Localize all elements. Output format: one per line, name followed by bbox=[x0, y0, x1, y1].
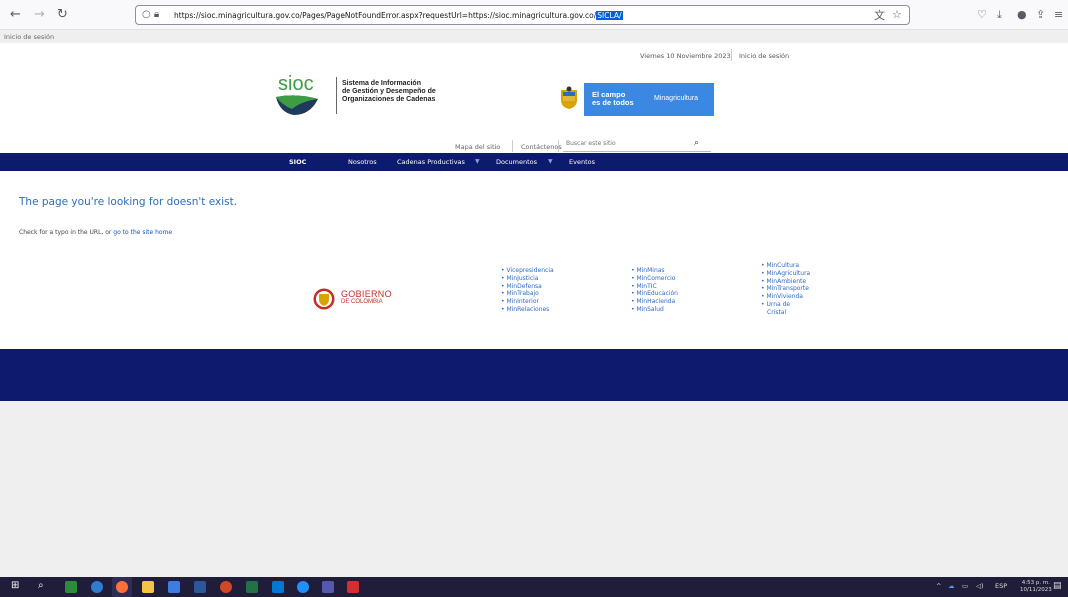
language-indicator[interactable]: ESP bbox=[995, 582, 1007, 590]
divider bbox=[731, 49, 732, 61]
powerpoint-icon[interactable] bbox=[220, 581, 232, 593]
nav-item-eventos[interactable]: Eventos bbox=[569, 158, 595, 166]
excel-icon[interactable] bbox=[246, 581, 258, 593]
list-item[interactable]: MinVivienda bbox=[761, 293, 810, 301]
list-item[interactable]: MinDefensa bbox=[501, 283, 554, 291]
url-selection[interactable]: SICLA/ bbox=[596, 11, 623, 20]
list-item[interactable]: MinTransporte bbox=[761, 285, 810, 293]
chevron-up-icon[interactable]: ^ bbox=[936, 582, 941, 590]
gobierno-de-colombia-logo[interactable]: GOBIERNO DE COLOMBIA bbox=[341, 290, 392, 306]
back-icon[interactable]: ← bbox=[10, 8, 21, 22]
onedrive-icon[interactable]: ☁ bbox=[948, 582, 955, 590]
contact-link[interactable]: Contáctenos bbox=[521, 143, 562, 151]
list-item[interactable]: Vicepresidencia bbox=[501, 267, 553, 275]
error-message: Check for a typo in the URL, or go to th… bbox=[19, 229, 173, 236]
nav-item-documentos[interactable]: Documentos bbox=[496, 158, 537, 166]
network-icon[interactable]: ▭ bbox=[962, 582, 968, 590]
campo-slogan: El campo es de todos bbox=[592, 90, 634, 107]
nav-item-nosotros[interactable]: Nosotros bbox=[348, 158, 377, 166]
list-item[interactable]: MinSalud bbox=[631, 306, 678, 314]
login-link[interactable]: Inicio de sesión bbox=[739, 52, 789, 60]
minagricultura-label: Minagricultura bbox=[654, 95, 698, 102]
extension-icon[interactable]: ● bbox=[1017, 9, 1027, 21]
nav-item-sioc[interactable]: SIOC bbox=[289, 158, 306, 166]
chrome-icon[interactable] bbox=[65, 581, 77, 593]
list-item[interactable]: MinTIC bbox=[631, 283, 678, 291]
site-search[interactable]: ⌕ bbox=[563, 138, 711, 152]
current-date: Viernes 10 Noviembre 2023 bbox=[640, 52, 731, 60]
list-item[interactable]: MinRelaciones bbox=[501, 306, 554, 314]
site-home-link[interactable]: go to the site home bbox=[113, 229, 172, 236]
ministry-list-3: MinCultura MinAgricultura MinAmbiente Mi… bbox=[761, 262, 810, 317]
list-item[interactable]: MinComercio bbox=[631, 275, 678, 283]
shield-lock-icon[interactable]: ○ 🔒︎ bbox=[142, 9, 159, 20]
firefox-icon[interactable] bbox=[116, 581, 128, 593]
bookmark-star-icon[interactable]: ☆ bbox=[892, 9, 902, 21]
search-icon[interactable]: ⌕ bbox=[694, 138, 699, 148]
list-item[interactable]: Urna de bbox=[761, 301, 810, 309]
file-explorer-icon[interactable] bbox=[142, 581, 154, 593]
list-item[interactable]: MinJusticia bbox=[501, 275, 554, 283]
divider bbox=[558, 140, 559, 152]
ministry-list-1: Vicepresidencia MinJusticia MinDefensa M… bbox=[501, 267, 554, 314]
gobierno-seal-icon bbox=[313, 288, 335, 310]
list-item[interactable]: MinEducación bbox=[631, 290, 677, 298]
notification-icon[interactable]: ▤ bbox=[1053, 581, 1062, 591]
list-item[interactable]: MinMinas bbox=[631, 267, 678, 275]
ministry-list-2: MinMinas MinComercio MinTIC MinEducación… bbox=[631, 267, 678, 314]
acrobat-icon[interactable] bbox=[347, 581, 359, 593]
chevron-down-icon[interactable]: ▼ bbox=[548, 158, 553, 165]
gov-footer: GOBIERNO DE COLOMBIA Vicepresidencia Min… bbox=[269, 243, 815, 339]
campo-banner[interactable]: El campo es de todos Minagricultura bbox=[584, 83, 714, 116]
download-icon[interactable]: ⤓ bbox=[997, 9, 1002, 21]
outlook-icon[interactable] bbox=[272, 581, 284, 593]
footer-band bbox=[0, 349, 1068, 401]
edge-icon[interactable] bbox=[91, 581, 103, 593]
main-navigation: SIOC Nosotros Cadenas Productivas ▼ Docu… bbox=[0, 153, 1068, 171]
clock[interactable]: 4:53 p. m. 10/11/2023 bbox=[1020, 580, 1052, 594]
nav-item-cadenas[interactable]: Cadenas Productivas bbox=[397, 158, 465, 166]
list-item[interactable]: MinAgricultura bbox=[761, 270, 810, 278]
list-item[interactable]: MinAmbiente bbox=[761, 278, 810, 286]
calendar-icon[interactable] bbox=[168, 581, 180, 593]
reload-icon[interactable]: ↻ bbox=[57, 8, 68, 22]
colombia-coat-of-arms-icon bbox=[561, 86, 577, 109]
search-icon[interactable]: ⌕ bbox=[38, 580, 44, 591]
page-content: Viernes 10 Noviembre 2023 Inicio de sesi… bbox=[0, 43, 1068, 577]
pocket-icon[interactable]: ♡ bbox=[977, 9, 987, 21]
app-icon[interactable] bbox=[297, 581, 309, 593]
url-text[interactable]: https://sioc.minagricultura.gov.co/Pages… bbox=[174, 11, 623, 20]
teams-icon[interactable] bbox=[322, 581, 334, 593]
ribbon-bar: Inicio de sesión bbox=[0, 31, 1068, 43]
share-icon[interactable]: ⇪ bbox=[1036, 9, 1045, 21]
list-item[interactable]: MinTrabajo bbox=[501, 290, 554, 298]
windows-start-icon[interactable]: ⊞ bbox=[11, 580, 19, 591]
translate-icon[interactable]: 文 bbox=[874, 10, 885, 22]
empty-area bbox=[0, 401, 1068, 577]
list-item[interactable]: MinCultura bbox=[761, 262, 810, 270]
url-bar[interactable]: ○ 🔒︎ https://sioc.minagricultura.gov.co/… bbox=[135, 5, 910, 25]
word-icon[interactable] bbox=[194, 581, 206, 593]
list-item[interactable]: Cristal bbox=[761, 309, 810, 317]
menu-icon[interactable]: ≡ bbox=[1054, 9, 1063, 21]
search-input[interactable] bbox=[563, 140, 683, 147]
forward-icon[interactable]: → bbox=[34, 8, 45, 22]
sitemap-link[interactable]: Mapa del sitio bbox=[455, 143, 500, 151]
volume-icon[interactable]: ◁) bbox=[976, 582, 984, 590]
ribbon-login-link[interactable]: Inicio de sesión bbox=[4, 33, 54, 41]
list-item[interactable]: MinHacienda bbox=[631, 298, 678, 306]
taskbar: ⊞ ⌕ ^ ☁ ▭ ◁) ESP 4:53 p. m. 10/11/2023 ▤ bbox=[0, 577, 1068, 597]
sioc-title: Sistema de Información de Gestión y Dese… bbox=[342, 80, 436, 103]
logo-divider bbox=[336, 77, 337, 114]
chevron-down-icon[interactable]: ▼ bbox=[475, 158, 480, 165]
list-item[interactable]: MinInterior bbox=[501, 298, 554, 306]
sioc-logo[interactable]: sioc bbox=[272, 71, 332, 119]
error-title: The page you're looking for doesn't exis… bbox=[19, 196, 238, 208]
browser-toolbar: ← → ↻ ○ 🔒︎ https://sioc.minagricultura.g… bbox=[0, 0, 1068, 30]
sioc-logo-text: sioc bbox=[278, 73, 314, 95]
divider bbox=[512, 140, 513, 152]
